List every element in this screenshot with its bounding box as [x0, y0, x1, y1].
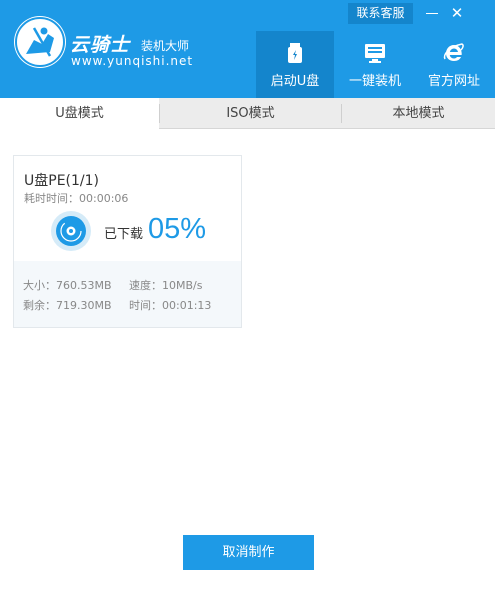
close-button[interactable]: ✕ — [448, 4, 466, 22]
download-task-card: U盘PE(1/1) 耗时时间：00:00:06 已下载 05% 大小：760.5… — [13, 155, 242, 328]
tab-local-mode[interactable]: 本地模式 — [342, 98, 495, 129]
task-stats-panel: 大小：760.53MB 速度：10MB/s 剩余：719.30MB 时间：00:… — [14, 261, 241, 327]
brand-url: www.yunqishi.net — [71, 54, 194, 68]
nav-one-key-install[interactable]: 一键装机 — [336, 31, 414, 98]
brand-subtitle: 装机大师 — [141, 39, 190, 53]
tab-iso-mode[interactable]: ISO模式 — [160, 98, 341, 129]
file-size: 大小：760.53MB — [23, 279, 112, 292]
nav-usb-boot[interactable]: 启动U盘 — [256, 31, 334, 98]
mode-tabs: U盘模式 ISO模式 本地模式 — [0, 98, 495, 130]
nav-usb-boot-label: 启动U盘 — [270, 74, 320, 89]
download-speed: 速度：10MB/s — [129, 279, 203, 292]
monitor-icon — [363, 41, 387, 65]
remaining-size: 剩余：719.30MB — [23, 299, 112, 312]
download-status-label: 已下载 — [104, 227, 144, 242]
brand-name: 云骑士 — [70, 34, 131, 56]
minimize-icon — [426, 13, 438, 14]
contact-service-button[interactable]: 联系客服 — [348, 3, 413, 24]
minimize-button[interactable] — [423, 4, 441, 22]
nav-official-site[interactable]: 官方网址 — [415, 31, 493, 98]
knight-logo-icon — [14, 16, 66, 68]
app-header: 云骑士 装机大师 www.yunqishi.net 联系客服 ✕ 启动U盘 一键… — [0, 0, 495, 98]
elapsed-time: 耗时时间：00:00:06 — [24, 192, 129, 205]
download-percent: 05% — [148, 213, 207, 245]
remaining-time: 时间：00:01:13 — [129, 299, 212, 312]
usb-drive-icon — [283, 41, 307, 65]
tab-usb-mode[interactable]: U盘模式 — [0, 98, 159, 130]
cancel-make-button[interactable]: 取消制作 — [183, 535, 314, 570]
task-title: U盘PE(1/1) — [24, 173, 99, 189]
disc-icon — [51, 211, 91, 251]
nav-one-key-install-label: 一键装机 — [348, 74, 401, 89]
nav-official-site-label: 官方网址 — [427, 74, 480, 89]
ie-browser-icon — [442, 41, 466, 65]
